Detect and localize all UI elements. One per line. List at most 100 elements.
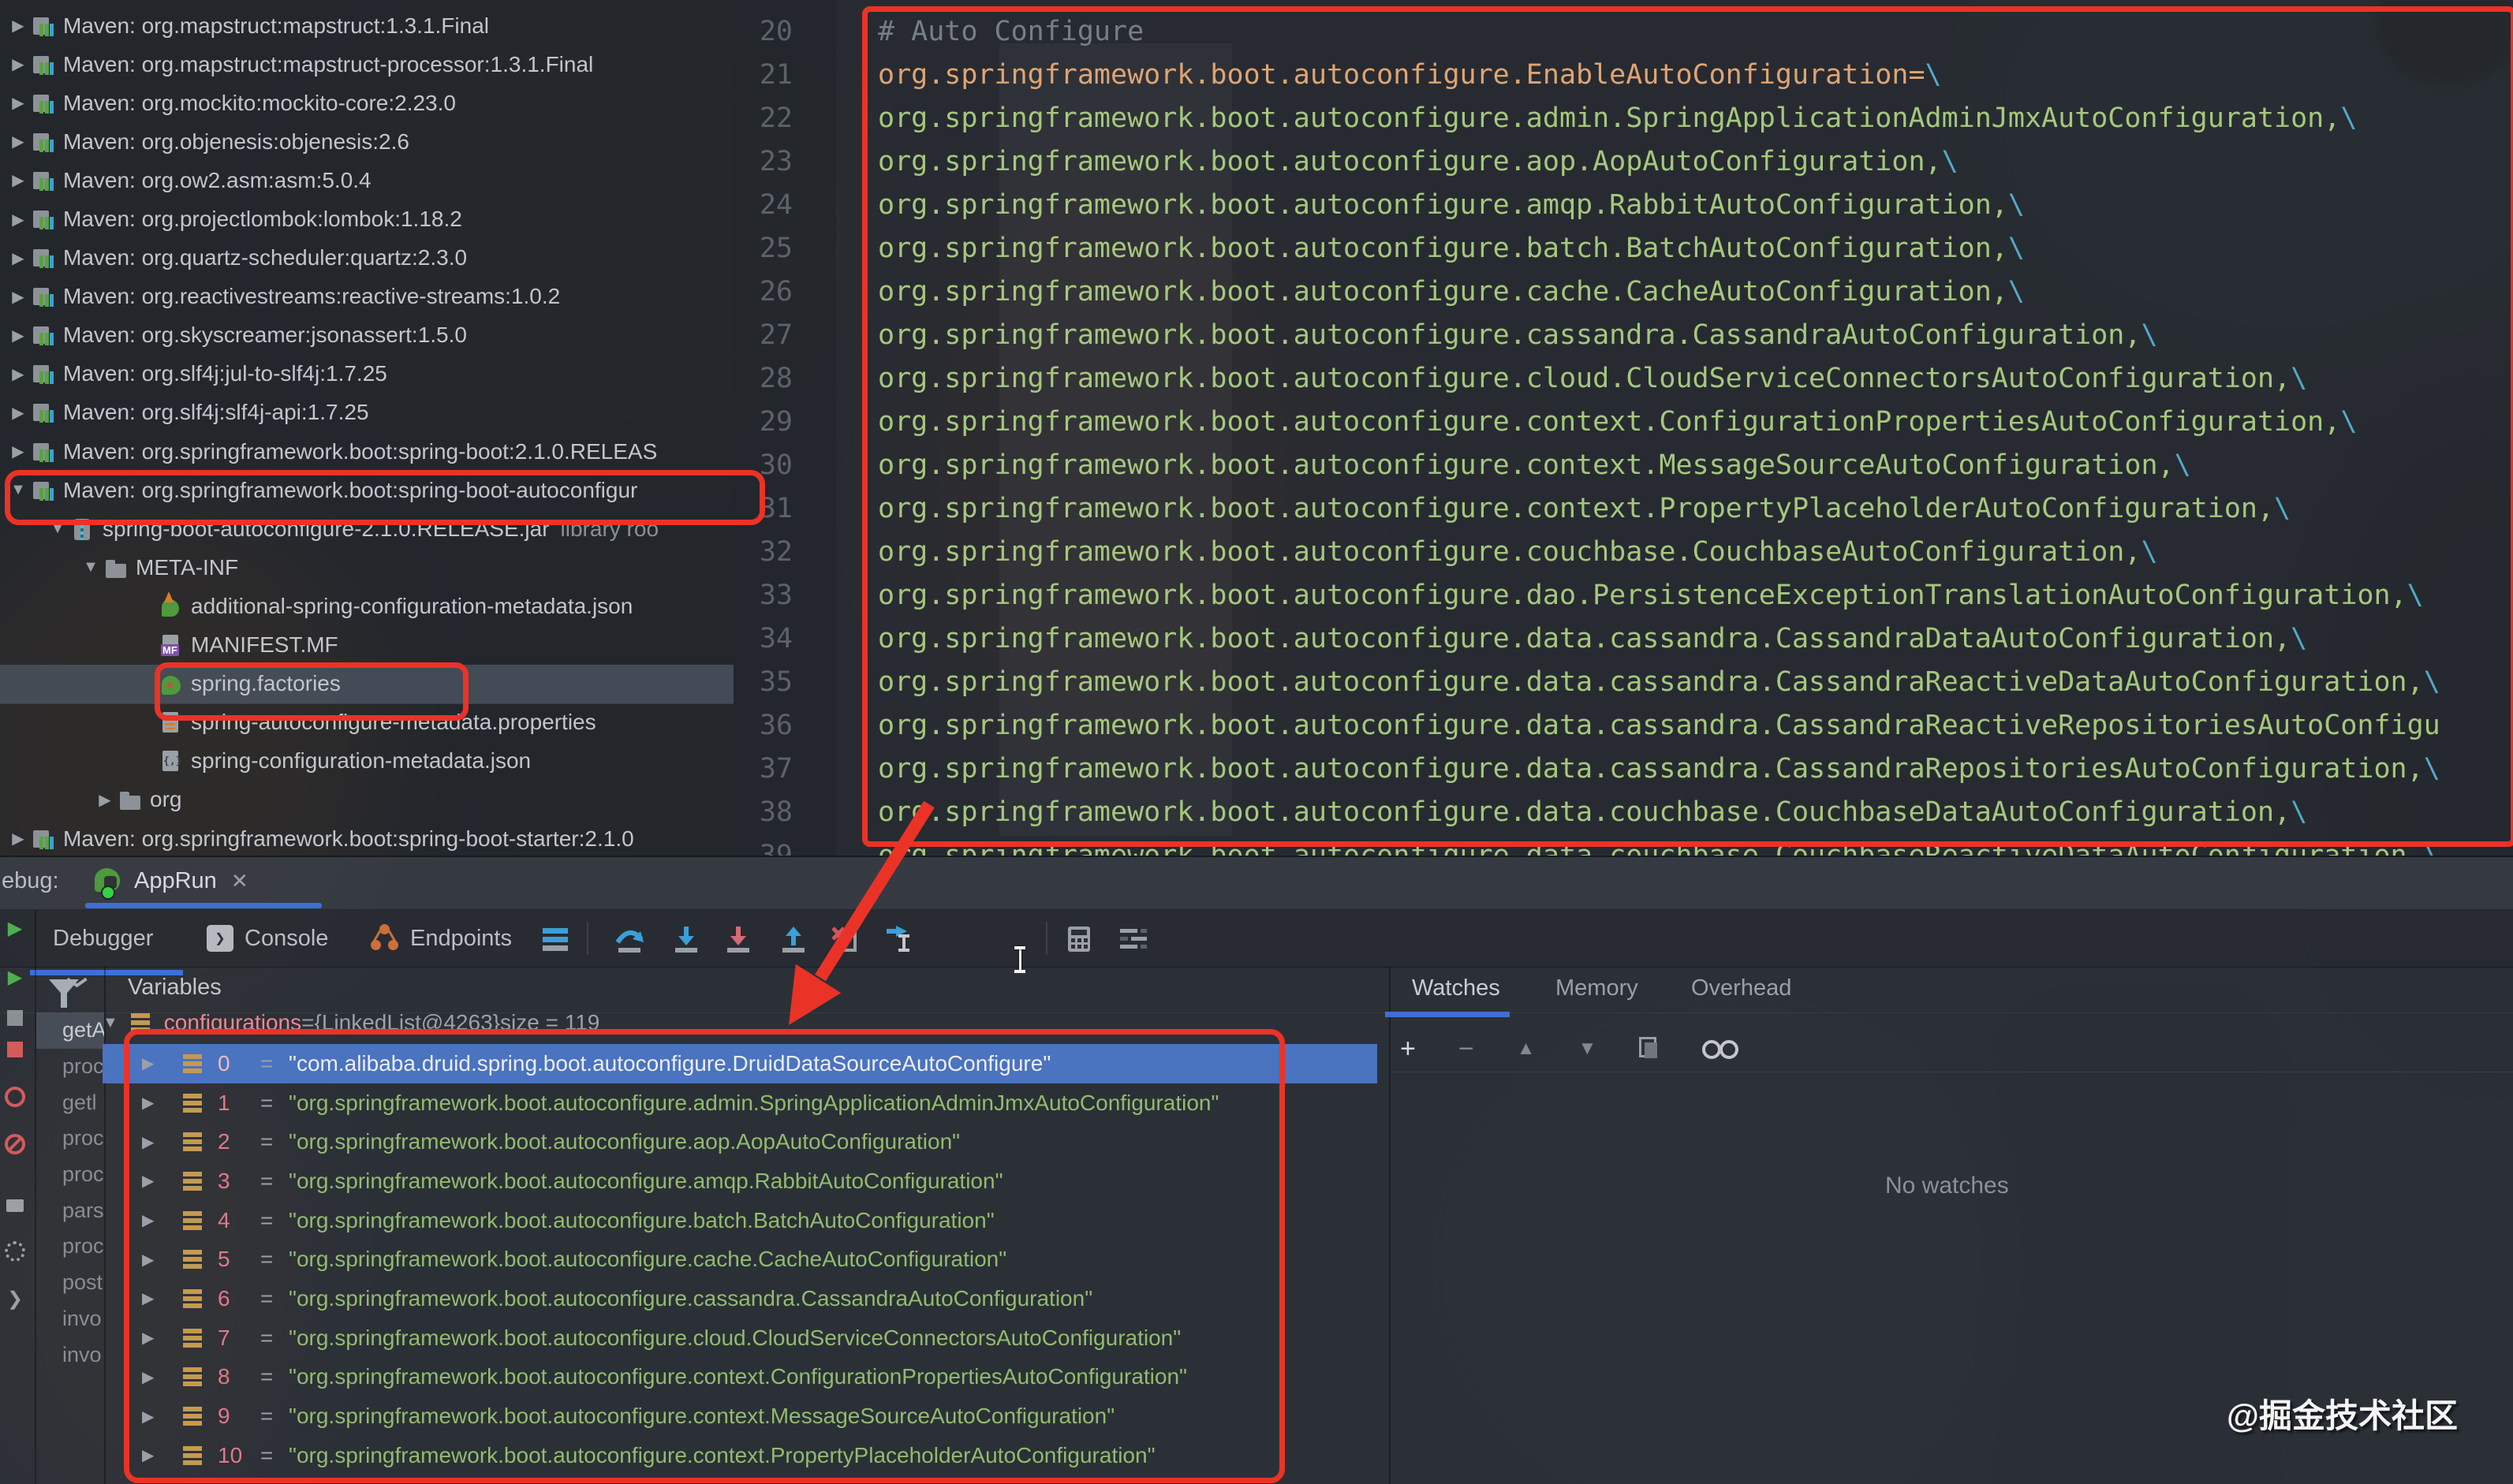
tab-debugger[interactable]: Debugger — [53, 910, 153, 967]
expand-arrow-icon[interactable]: ▼ — [44, 520, 71, 538]
tab-endpoints[interactable]: Endpoints — [371, 910, 512, 967]
tree-row[interactable]: ▶ Maven: org.slf4j:jul-to-slf4j:1.7.25 — [0, 355, 734, 393]
step-over-icon[interactable] — [614, 925, 645, 953]
variable-row[interactable]: ▶ 8 = org.springframework.boot.autoconfi… — [103, 1358, 1377, 1397]
tree-row[interactable]: ▶ Maven: org.slf4j:slf4j-api:1.7.25 — [0, 393, 734, 432]
move-down-button[interactable]: ▼ — [1578, 1038, 1596, 1060]
watches-tab[interactable]: Watches — [1412, 975, 1500, 1001]
tree-row[interactable]: spring.factories — [0, 665, 734, 703]
variables-root-row[interactable]: ▼ configurations = {LinkedList@4263} siz… — [103, 1003, 599, 1042]
expand-arrow-icon[interactable]: ▶ — [5, 326, 32, 345]
variable-row[interactable]: ▶ 1 = org.springframework.boot.autoconfi… — [103, 1083, 1377, 1123]
variable-row[interactable]: ▶ 6 = org.springframework.boot.autoconfi… — [103, 1279, 1377, 1318]
hide-window-icon[interactable]: ❯ — [3, 1287, 27, 1311]
expand-arrow-icon[interactable]: ▶ — [142, 1171, 154, 1191]
mute-breakpoints-icon[interactable] — [3, 1132, 27, 1156]
variable-row[interactable]: ▶ 10 = org.springframework.boot.autoconf… — [103, 1436, 1377, 1475]
tree-row[interactable]: ▼ META-INF — [0, 548, 734, 587]
frame-row[interactable]: pars — [36, 1192, 104, 1229]
frame-row[interactable]: invo — [36, 1301, 104, 1337]
step-out-icon[interactable] — [778, 925, 809, 953]
tree-row[interactable]: ▶ org — [0, 781, 734, 819]
force-step-into-icon[interactable] — [723, 925, 754, 953]
expand-arrow-icon[interactable]: ▶ — [142, 1445, 154, 1465]
tree-row[interactable]: ▼ Maven: org.springframework.boot:spring… — [0, 471, 734, 509]
frame-row[interactable]: proc — [36, 1157, 104, 1193]
drop-frame-icon[interactable] — [830, 925, 861, 953]
tree-row[interactable]: ▶ Maven: org.reactivestreams:reactive-st… — [0, 278, 734, 316]
expand-arrow-icon[interactable]: ▶ — [5, 210, 32, 229]
variable-row[interactable]: ▶ 9 = org.springframework.boot.autoconfi… — [103, 1396, 1377, 1436]
expand-arrow-icon[interactable]: ▶ — [5, 829, 32, 848]
variable-row[interactable]: ▶ 5 = org.springframework.boot.autoconfi… — [103, 1240, 1377, 1279]
tree-row[interactable]: additional-spring-configuration-metadata… — [0, 587, 734, 625]
settings-icon[interactable] — [3, 1240, 27, 1263]
move-up-button[interactable]: ▲ — [1517, 1038, 1536, 1060]
expand-arrow-icon[interactable]: ▶ — [91, 790, 118, 810]
expand-arrow-icon[interactable]: ▶ — [5, 364, 32, 384]
expand-arrow-icon[interactable]: ▶ — [5, 132, 32, 151]
tree-row[interactable]: ▼ spring-boot-autoconfigure-2.1.0.RELEAS… — [0, 509, 734, 548]
expand-arrow-icon[interactable]: ▶ — [5, 16, 32, 35]
screenshot-icon[interactable] — [3, 1194, 27, 1217]
filter-funnel-icon[interactable] — [49, 979, 79, 997]
variable-row[interactable]: ▶ 0 = com.alibaba.druid.spring.boot.auto… — [103, 1044, 1377, 1083]
frame-row[interactable]: proc — [36, 1120, 104, 1157]
expand-arrow-icon[interactable]: ▶ — [5, 287, 32, 307]
tree-row[interactable]: ▶ Maven: org.ow2.asm:asm:5.0.4 — [0, 161, 734, 199]
frame-row[interactable]: getA — [36, 1012, 104, 1049]
expand-arrow-icon[interactable]: ▶ — [142, 1132, 154, 1152]
expand-arrow-icon[interactable]: ▼ — [5, 481, 32, 499]
run-config-tab[interactable]: AppRun ✕ — [79, 857, 263, 904]
expand-arrow-icon[interactable]: ▶ — [142, 1210, 154, 1230]
expand-arrow-icon[interactable]: ▶ — [5, 54, 32, 74]
variable-row[interactable]: ▶ 7 = org.springframework.boot.autoconfi… — [103, 1318, 1377, 1358]
tree-row[interactable]: ▶ Maven: org.springframework.boot:spring… — [0, 432, 734, 471]
add-watch-button[interactable]: + — [1400, 1034, 1416, 1065]
variable-row[interactable]: ▶ 3 = org.springframework.boot.autoconfi… — [103, 1161, 1377, 1201]
expand-arrow-icon[interactable]: ▶ — [142, 1288, 154, 1308]
expand-arrow-icon[interactable]: ▼ — [77, 558, 104, 576]
expand-arrow-icon[interactable]: ▶ — [5, 170, 32, 190]
expand-arrow-icon[interactable]: ▶ — [5, 403, 32, 423]
copy-icon[interactable] — [1639, 1037, 1660, 1061]
tree-row[interactable]: ▶ Maven: org.mapstruct:mapstruct:1.3.1.F… — [0, 6, 734, 45]
frame-row[interactable]: proc — [36, 1049, 104, 1085]
show-execution-point-icon[interactable] — [540, 925, 571, 953]
tree-row[interactable]: ▶ Maven: org.springframework.boot:spring… — [0, 819, 734, 856]
tree-row[interactable]: MANIFEST.MF — [0, 626, 734, 665]
frame-row[interactable]: getl — [36, 1084, 104, 1120]
view-breakpoints-icon[interactable] — [3, 1085, 27, 1109]
watches-tab[interactable]: Overhead — [1691, 975, 1791, 1001]
editor[interactable]: 20 # Auto Configure 21 org.springframewo… — [734, 0, 2513, 856]
inline-watches-icon[interactable] — [1702, 1038, 1737, 1059]
tree-row[interactable]: ▶ Maven: org.mockito:mockito-core:2.23.0 — [0, 84, 734, 122]
close-tab-icon[interactable]: ✕ — [231, 869, 248, 893]
variable-row[interactable]: ▶ 2 = org.springframework.boot.autoconfi… — [103, 1122, 1377, 1161]
stop-icon[interactable] — [3, 1038, 27, 1061]
tree-row[interactable]: ▶ Maven: org.projectlombok:lombok:1.18.2 — [0, 199, 734, 238]
tab-console[interactable]: ❯ Console — [207, 910, 328, 967]
evaluate-expression-icon[interactable] — [1063, 925, 1095, 953]
frame-row[interactable]: post — [36, 1265, 104, 1301]
frame-row[interactable]: invo — [36, 1337, 104, 1373]
expand-arrow-icon[interactable]: ▶ — [142, 1407, 154, 1426]
expand-arrow-icon[interactable]: ▶ — [142, 1250, 154, 1270]
expand-arrow-icon[interactable]: ▶ — [142, 1093, 154, 1113]
expand-arrow-icon[interactable]: ▶ — [142, 1367, 154, 1387]
tree-row[interactable]: ▶ Maven: org.mapstruct:mapstruct-process… — [0, 45, 734, 84]
rerun-icon[interactable]: ▶ — [3, 916, 27, 940]
tree-row[interactable]: ▶ Maven: org.objenesis:objenesis:2.6 — [0, 122, 734, 161]
run-to-cursor-icon[interactable] — [883, 925, 915, 953]
tree-row[interactable]: spring-configuration-metadata.json — [0, 742, 734, 781]
layout-settings-icon[interactable] — [1117, 925, 1148, 953]
tree-row[interactable]: ▶ Maven: org.quartz-scheduler:quartz:2.3… — [0, 239, 734, 278]
expand-arrow-icon[interactable]: ▶ — [5, 248, 32, 268]
expand-arrow-icon[interactable]: ▶ — [142, 1328, 154, 1348]
tree-row[interactable]: spring-autoconfigure-metadata.properties — [0, 703, 734, 742]
variable-row[interactable]: ▶ 4 = org.springframework.boot.autoconfi… — [103, 1201, 1377, 1240]
frame-row[interactable]: proc — [36, 1229, 104, 1265]
step-into-icon[interactable] — [670, 925, 702, 953]
variables-watches-divider[interactable] — [1389, 967, 1391, 1484]
expand-arrow-icon[interactable]: ▶ — [5, 93, 32, 113]
